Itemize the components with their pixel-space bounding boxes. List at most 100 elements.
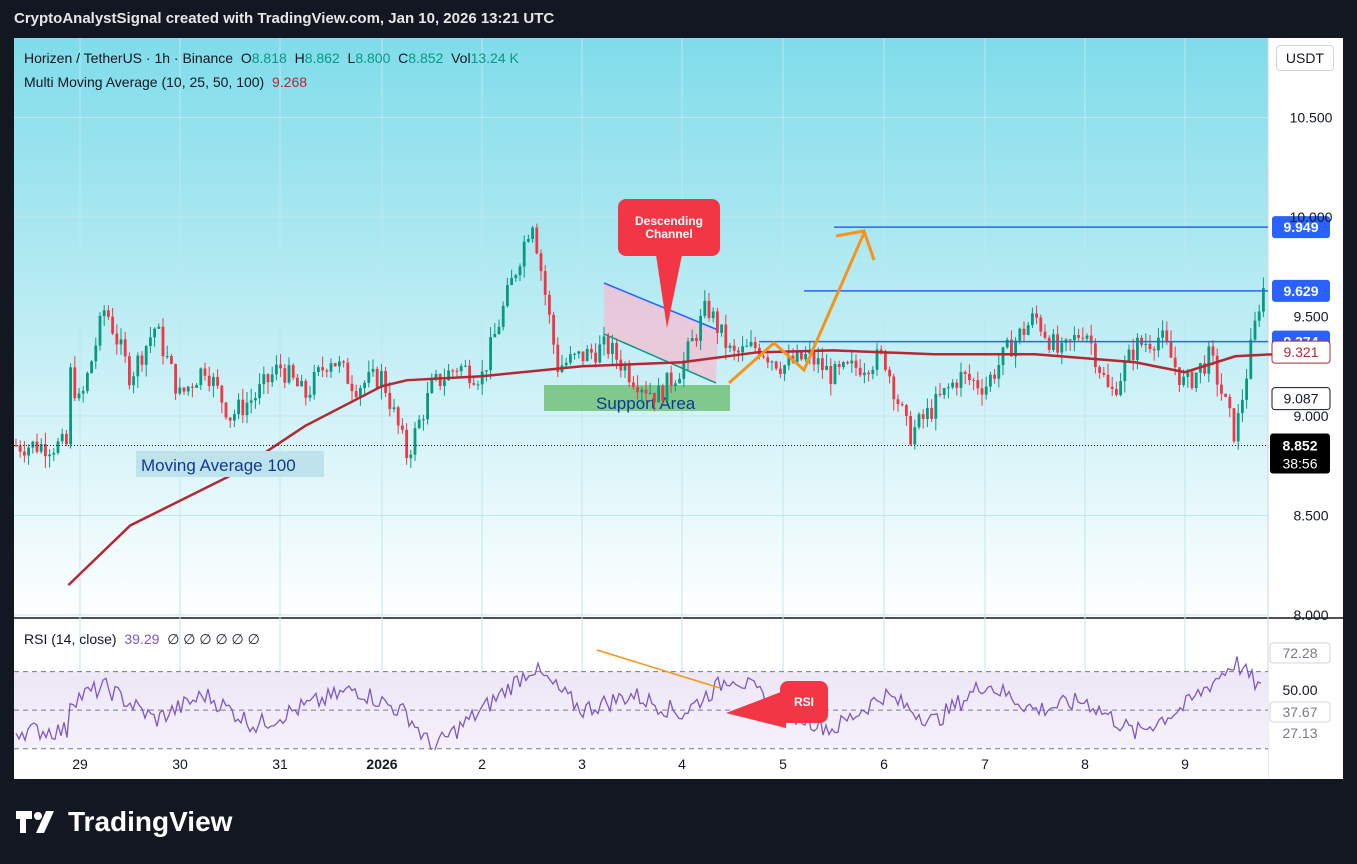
currency-button[interactable]: USDT [1275,45,1334,71]
candle-body [527,239,530,242]
candle-body [846,362,849,364]
candle-body [115,333,119,345]
candle-body [321,367,324,371]
candle-body [766,357,770,363]
candle-body [627,365,631,383]
candle-body [905,405,908,416]
candle-body [669,372,673,386]
candle-body [606,336,610,355]
candle-body [942,388,946,395]
candle-body [615,342,618,360]
candle-body [867,372,870,375]
candle-body [510,278,513,286]
candle-body [287,365,291,383]
price-tick-label: 8.500 [1293,508,1328,524]
candle-body [968,373,971,380]
candle-body [980,388,984,395]
candle-body [917,414,921,428]
ma-legend[interactable]: Multi Moving Average (10, 25, 50, 100) 9… [24,74,307,90]
chart-canvas[interactable]: Support Area 9.9499.6299.374 Moving Aver… [14,38,1343,779]
candle-body [438,373,442,386]
candle-body [174,363,177,394]
candle-body [602,336,606,345]
candle-body [275,364,278,375]
candle-body [388,392,392,410]
candle-body [413,428,417,455]
candle-body [963,371,967,374]
candle-body [468,365,471,384]
candle-body [422,419,425,421]
rsi-legend-extras: ∅ ∅ ∅ ∅ ∅ ∅ [167,631,260,647]
candle-body [237,399,240,415]
candle-body [1056,334,1059,353]
candle-body [342,361,345,363]
candle-body [930,407,933,419]
candle-body [489,337,492,371]
candle-body [699,315,702,341]
ma-label: Moving Average 100 [141,456,296,475]
candle-body [665,372,669,402]
candle-body [497,326,501,334]
candle-body [1131,349,1135,360]
candle-body [900,404,904,406]
candle-body [241,399,245,416]
candle-body [86,373,89,391]
level-price-label: 9.087 [1283,391,1318,407]
candle-body [514,275,518,279]
candle-body [207,375,211,387]
candle-body [77,393,81,399]
time-tick-label: 7 [981,756,989,772]
tradingview-logo[interactable]: TradingView [16,806,232,838]
candle-body [346,362,350,384]
rsi-axis-label: 50.00 [1282,682,1317,698]
time-tick-label: 4 [678,756,686,772]
candle-body [35,441,39,452]
candle-body [884,351,887,370]
candle-body [128,356,131,386]
candle-body [1194,372,1198,389]
rsi-legend[interactable]: RSI (14, close) 39.29 ∅ ∅ ∅ ∅ ∅ ∅ [24,631,260,648]
candle-body [220,385,224,403]
candle-body [972,379,975,381]
candle-body [678,378,681,384]
candle-body [459,366,463,372]
candle-body [783,365,786,374]
chart-frame[interactable]: Support Area 9.9499.6299.374 Moving Aver… [14,38,1343,779]
candle-body [850,360,854,364]
candle-body [825,366,828,371]
candle-body [266,374,270,383]
candle-body [228,417,232,421]
candle-body [1148,343,1152,350]
candle-body [716,311,719,333]
candle-body [102,310,106,316]
candle-body [258,384,261,399]
ma-legend-value: 9.268 [272,74,308,90]
candle-body [1182,376,1185,386]
candle-body [485,370,488,372]
candle-body [1215,355,1219,385]
candle-body [997,365,1001,379]
rsi-axis-label: 37.67 [1282,704,1317,720]
candle-body [926,407,929,419]
candle-body [821,358,824,371]
candle-body [762,356,765,358]
candle-body [703,300,707,316]
candle-body [203,368,207,376]
candle-body [94,345,98,362]
rsi-axis-label: 72.28 [1282,645,1317,661]
candle-body [535,227,539,254]
candle-body [564,362,568,366]
candle-body [1001,347,1005,366]
candle-body [690,338,694,342]
price-tick-label: 10.000 [1290,209,1333,225]
candle-body [1152,349,1156,351]
candle-body [1190,371,1194,389]
candle-body [233,414,236,421]
candle-body [308,394,312,398]
candle-body [1098,367,1101,373]
candle-body [52,452,56,455]
candle-body [640,389,644,393]
candle-body [31,441,35,448]
candle-body [577,351,581,354]
candle-body [1094,343,1097,368]
